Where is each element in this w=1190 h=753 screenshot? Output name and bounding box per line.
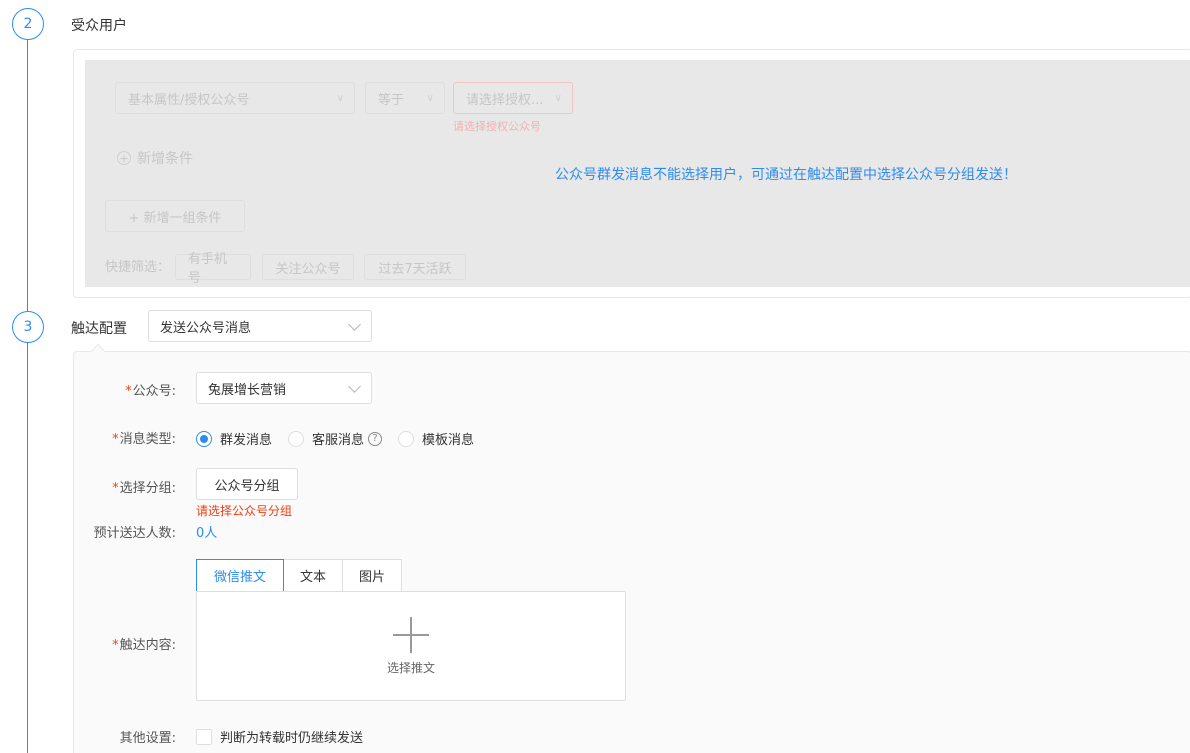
step-2-circle: 2 (12, 8, 44, 40)
chevron-down-icon: ∨ (554, 92, 562, 104)
quick-filter-phone: 有手机号 (175, 252, 251, 286)
radio-template-message[interactable]: 模板消息 (398, 429, 474, 448)
tab-image[interactable]: 图片 (342, 559, 402, 591)
msg-type-radio-group: 群发消息 客服消息? 模板消息 (196, 429, 490, 448)
channel-select[interactable]: 发送公众号消息 (148, 310, 372, 342)
step-3-title: 触达配置 (71, 321, 127, 337)
group-label: *选择分组: (112, 481, 176, 496)
checkbox-box (196, 728, 212, 745)
tab-text[interactable]: 文本 (283, 559, 343, 591)
estimate-label: 预计送达人数: (93, 526, 176, 541)
add-condition-link: + 新增条件 (117, 148, 193, 168)
step-3-circle: 3 (12, 311, 44, 343)
audience-panel: 基本属性/授权公众号 ∨ 等于 ∨ 请选择授权... ∨ 请选择授权公众号 + 新增条… (73, 49, 1190, 298)
quick-filter-follow: 关注公众号 (262, 254, 354, 280)
condition-operator-select: 等于 ∨ (365, 82, 445, 114)
condition-field-select: 基本属性/授权公众号 ∨ (115, 82, 355, 114)
msg-type-label: *消息类型: (112, 432, 176, 447)
radio-dot (288, 430, 305, 447)
condition-value-select: 请选择授权... ∨ (453, 82, 573, 114)
condition-error: 请选择授权公众号 (453, 120, 541, 133)
step-2-title: 受众用户 (71, 18, 127, 34)
group-error: 请选择公众号分组 (196, 504, 293, 518)
chevron-down-icon (348, 380, 361, 393)
content-label: *触达内容: (112, 638, 176, 653)
radio-mass-message[interactable]: 群发消息 (196, 429, 272, 448)
quick-filter-label: 快捷筛选： (105, 260, 171, 275)
estimate-value: 0人 (196, 526, 218, 541)
radio-dot (398, 430, 415, 447)
chevron-down-icon: ∨ (336, 92, 344, 104)
help-icon[interactable]: ? (368, 431, 383, 446)
tab-wechat-article[interactable]: 微信推文 (196, 559, 284, 591)
content-tabs: 微信推文 文本 图片 (196, 559, 402, 591)
account-select[interactable]: 兔展增长营销 (196, 372, 372, 404)
group-select-button[interactable]: 公众号分组 (196, 468, 298, 500)
chevron-down-icon: ∨ (426, 92, 434, 104)
plus-icon (393, 616, 429, 653)
select-article-caption: 选择推文 (386, 660, 435, 675)
audience-disabled-overlay: 基本属性/授权公众号 ∨ 等于 ∨ 请选择授权... ∨ 请选择授权公众号 + 新增条… (85, 60, 1190, 287)
radio-service-message[interactable]: 客服消息? (288, 429, 383, 448)
other-settings-label: 其他设置: (119, 731, 176, 746)
repost-continue-checkbox[interactable]: 判断为转载时仍继续发送 (196, 727, 363, 746)
radio-dot (196, 430, 212, 447)
account-label: *公众号: (125, 384, 176, 399)
step-connector-line (27, 40, 28, 311)
plus-circle-icon: + (117, 151, 131, 165)
add-group-button: + 新增一组条件 (105, 200, 245, 232)
audience-overlay-message: 公众号群发消息不能选择用户，可通过在触达配置中选择公众号分组发送！ (555, 167, 1017, 183)
quick-filter-active: 过去7天活跃 (364, 254, 466, 280)
step-connector-line (27, 343, 28, 753)
chevron-down-icon (348, 318, 361, 331)
select-article-box[interactable]: 选择推文 (196, 591, 626, 701)
